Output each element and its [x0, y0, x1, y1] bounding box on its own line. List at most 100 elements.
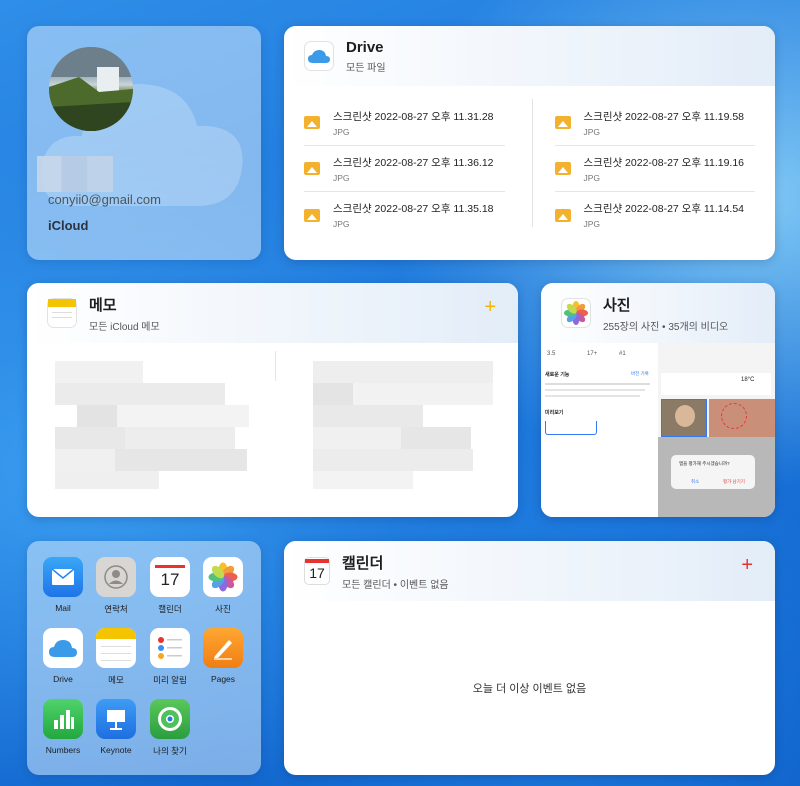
- service-label: iCloud: [48, 218, 89, 233]
- avatar[interactable]: [49, 47, 133, 131]
- thumb-stat-1: 3.5: [547, 351, 556, 357]
- photo-thumbnail[interactable]: 3.5 17+ #1 새로운 기능 버전 기록 미리보기 18°C 앱을 평가해…: [541, 343, 775, 517]
- drive-header[interactable]: Drive 모든 파일: [284, 26, 775, 86]
- keynote-icon: [96, 699, 136, 739]
- notes-preview[interactable]: [27, 343, 518, 517]
- file-name: 스크린샷 2022-08-27 오후 11.19.16: [583, 156, 745, 169]
- pages-icon: [203, 628, 243, 668]
- image-file-icon: [554, 162, 571, 175]
- mail-icon: [43, 557, 83, 597]
- calendar-body: 오늘 더 이상 이벤트 없음: [284, 601, 775, 775]
- thumb-dialog-cancel: 취소: [691, 479, 700, 484]
- app-numbers[interactable]: Numbers: [33, 699, 93, 755]
- app-label: 사진: [215, 604, 231, 614]
- drive-file-list-right: 스크린샷 2022-08-27 오후 11.19.58 JPG 스크린샷 2022…: [554, 100, 756, 238]
- file-item[interactable]: 스크린샷 2022-08-27 오후 11.14.54 JPG: [554, 192, 756, 238]
- image-file-icon: [304, 162, 320, 175]
- thumb-stat-2: 17+: [587, 351, 598, 357]
- image-file-icon: [554, 208, 571, 222]
- app-label: Drive: [53, 674, 73, 684]
- photos-header[interactable]: 사진 255장의 사진 • 35개의 비디오: [541, 283, 775, 343]
- thumb-dialog-text: 앱을 평가해 주시겠습니까?: [679, 461, 730, 466]
- calendar-header[interactable]: 17 캘린더 모든 캘린더 • 이벤트 없음 +: [284, 541, 775, 601]
- app-label: Pages: [210, 674, 236, 684]
- app-calendar[interactable]: 17 캘린더: [140, 557, 200, 615]
- notes-title: 메모: [89, 296, 117, 314]
- app-notes[interactable]: 메모: [86, 628, 146, 686]
- image-file-icon: [304, 208, 320, 222]
- file-item[interactable]: 스크린샷 2022-08-27 오후 11.35.18 JPG: [304, 192, 505, 238]
- thumb-preview-title: 미리보기: [545, 410, 564, 416]
- file-name: 스크린샷 2022-08-27 오후 11.14.54: [583, 203, 745, 215]
- thumb-section-link: 버전 기록: [631, 371, 649, 376]
- avatar-photo: [49, 47, 133, 131]
- notes-app-icon: [96, 628, 136, 668]
- image-file-icon: [304, 116, 320, 129]
- photos-icon: [561, 298, 591, 328]
- add-note-button[interactable]: +: [484, 297, 496, 317]
- photos-subtitle: 255장의 사진 • 35개의 비디오: [603, 321, 729, 333]
- drive-divider: [532, 99, 533, 227]
- app-label: 연락처: [104, 604, 128, 614]
- thumb-dialog-ok: 평가 남기기: [723, 479, 745, 484]
- find-my-icon: [150, 699, 190, 739]
- app-label: Mail: [55, 603, 71, 613]
- file-type: JPG: [333, 219, 350, 229]
- file-name: 스크린샷 2022-08-27 오후 11.35.18: [333, 203, 494, 215]
- file-type: JPG: [583, 172, 601, 183]
- calendar-icon: 17: [150, 557, 190, 597]
- reminders-icon: [150, 628, 190, 668]
- file-item[interactable]: 스크린샷 2022-08-27 오후 11.31.28 JPG: [304, 100, 505, 146]
- profile-card[interactable]: conyii0@gmail.com iCloud: [27, 26, 261, 260]
- file-type: JPG: [583, 219, 601, 229]
- image-file-icon: [554, 116, 571, 129]
- drive-file-list-left: 스크린샷 2022-08-27 오후 11.31.28 JPG 스크린샷 2022…: [304, 100, 505, 238]
- file-name: 스크린샷 2022-08-27 오후 11.36.12: [333, 156, 494, 169]
- app-photos[interactable]: 사진: [193, 557, 253, 615]
- thumb-weather: 18°C: [741, 377, 755, 383]
- calendar-subtitle: 모든 캘린더 • 이벤트 없음: [342, 579, 449, 591]
- file-item[interactable]: 스크린샷 2022-08-27 오후 11.19.58 JPG: [554, 100, 755, 146]
- app-reminders[interactable]: 미리 알림: [140, 628, 200, 686]
- photos-title: 사진: [603, 296, 631, 314]
- app-drive[interactable]: Drive: [33, 628, 93, 684]
- file-name: 스크린샷 2022-08-27 오후 11.31.28: [333, 110, 494, 123]
- calendar-title: 캘린더: [342, 554, 384, 572]
- app-find-my[interactable]: 나의 찾기: [140, 699, 200, 757]
- app-mail[interactable]: Mail: [33, 557, 93, 613]
- drive-card[interactable]: Drive 모든 파일 스크린샷 2022-08-27 오후 11.31.28 J…: [284, 26, 775, 260]
- app-label: 메모: [108, 675, 124, 685]
- notes-card[interactable]: 메모 모든 iCloud 메모 +: [27, 283, 518, 517]
- file-type: JPG: [333, 172, 350, 183]
- app-pages[interactable]: Pages: [193, 628, 253, 684]
- app-label: 캘린더: [158, 604, 182, 614]
- calendar-mini-icon: 17: [304, 557, 330, 585]
- blurred-name: [37, 156, 113, 192]
- drive-subtitle: 모든 파일: [346, 62, 386, 74]
- app-label: Keynote: [100, 745, 132, 755]
- calendar-day: 17: [309, 565, 325, 581]
- notes-header[interactable]: 메모 모든 iCloud 메모 +: [27, 283, 518, 343]
- thumb-section-title: 새로운 기능: [545, 372, 570, 378]
- app-contacts[interactable]: 연락처: [86, 557, 146, 615]
- account-email: conyii0@gmail.com: [48, 192, 161, 207]
- drive-app-icon: [43, 628, 83, 668]
- app-label: 나의 찾기: [153, 746, 187, 756]
- photos-app-icon: [203, 557, 243, 597]
- file-type: JPG: [583, 126, 601, 137]
- add-event-button[interactable]: +: [741, 555, 753, 575]
- notes-icon: [47, 298, 77, 328]
- drive-icon: [304, 41, 334, 71]
- app-label: Numbers: [45, 745, 81, 755]
- contacts-icon: [96, 557, 136, 597]
- file-item[interactable]: 스크린샷 2022-08-27 오후 11.19.16 JPG: [554, 146, 755, 192]
- file-name: 스크린샷 2022-08-27 오후 11.19.58: [583, 110, 745, 123]
- calendar-card[interactable]: 17 캘린더 모든 캘린더 • 이벤트 없음 + 오늘 더 이상 이벤트 없음: [284, 541, 775, 775]
- photos-card[interactable]: 사진 255장의 사진 • 35개의 비디오 3.5 17+ #1 새로운 기능…: [541, 283, 775, 517]
- file-item[interactable]: 스크린샷 2022-08-27 오후 11.36.12 JPG: [304, 146, 505, 192]
- notes-subtitle: 모든 iCloud 메모: [89, 321, 160, 333]
- apps-grid-card: Mail 연락처 17 캘린더 사진 Drive 메모 미리 알림 Pages …: [27, 541, 261, 775]
- app-keynote[interactable]: Keynote: [86, 699, 146, 755]
- no-events-text: 오늘 더 이상 이벤트 없음: [472, 683, 587, 695]
- calendar-day: 17: [160, 569, 180, 589]
